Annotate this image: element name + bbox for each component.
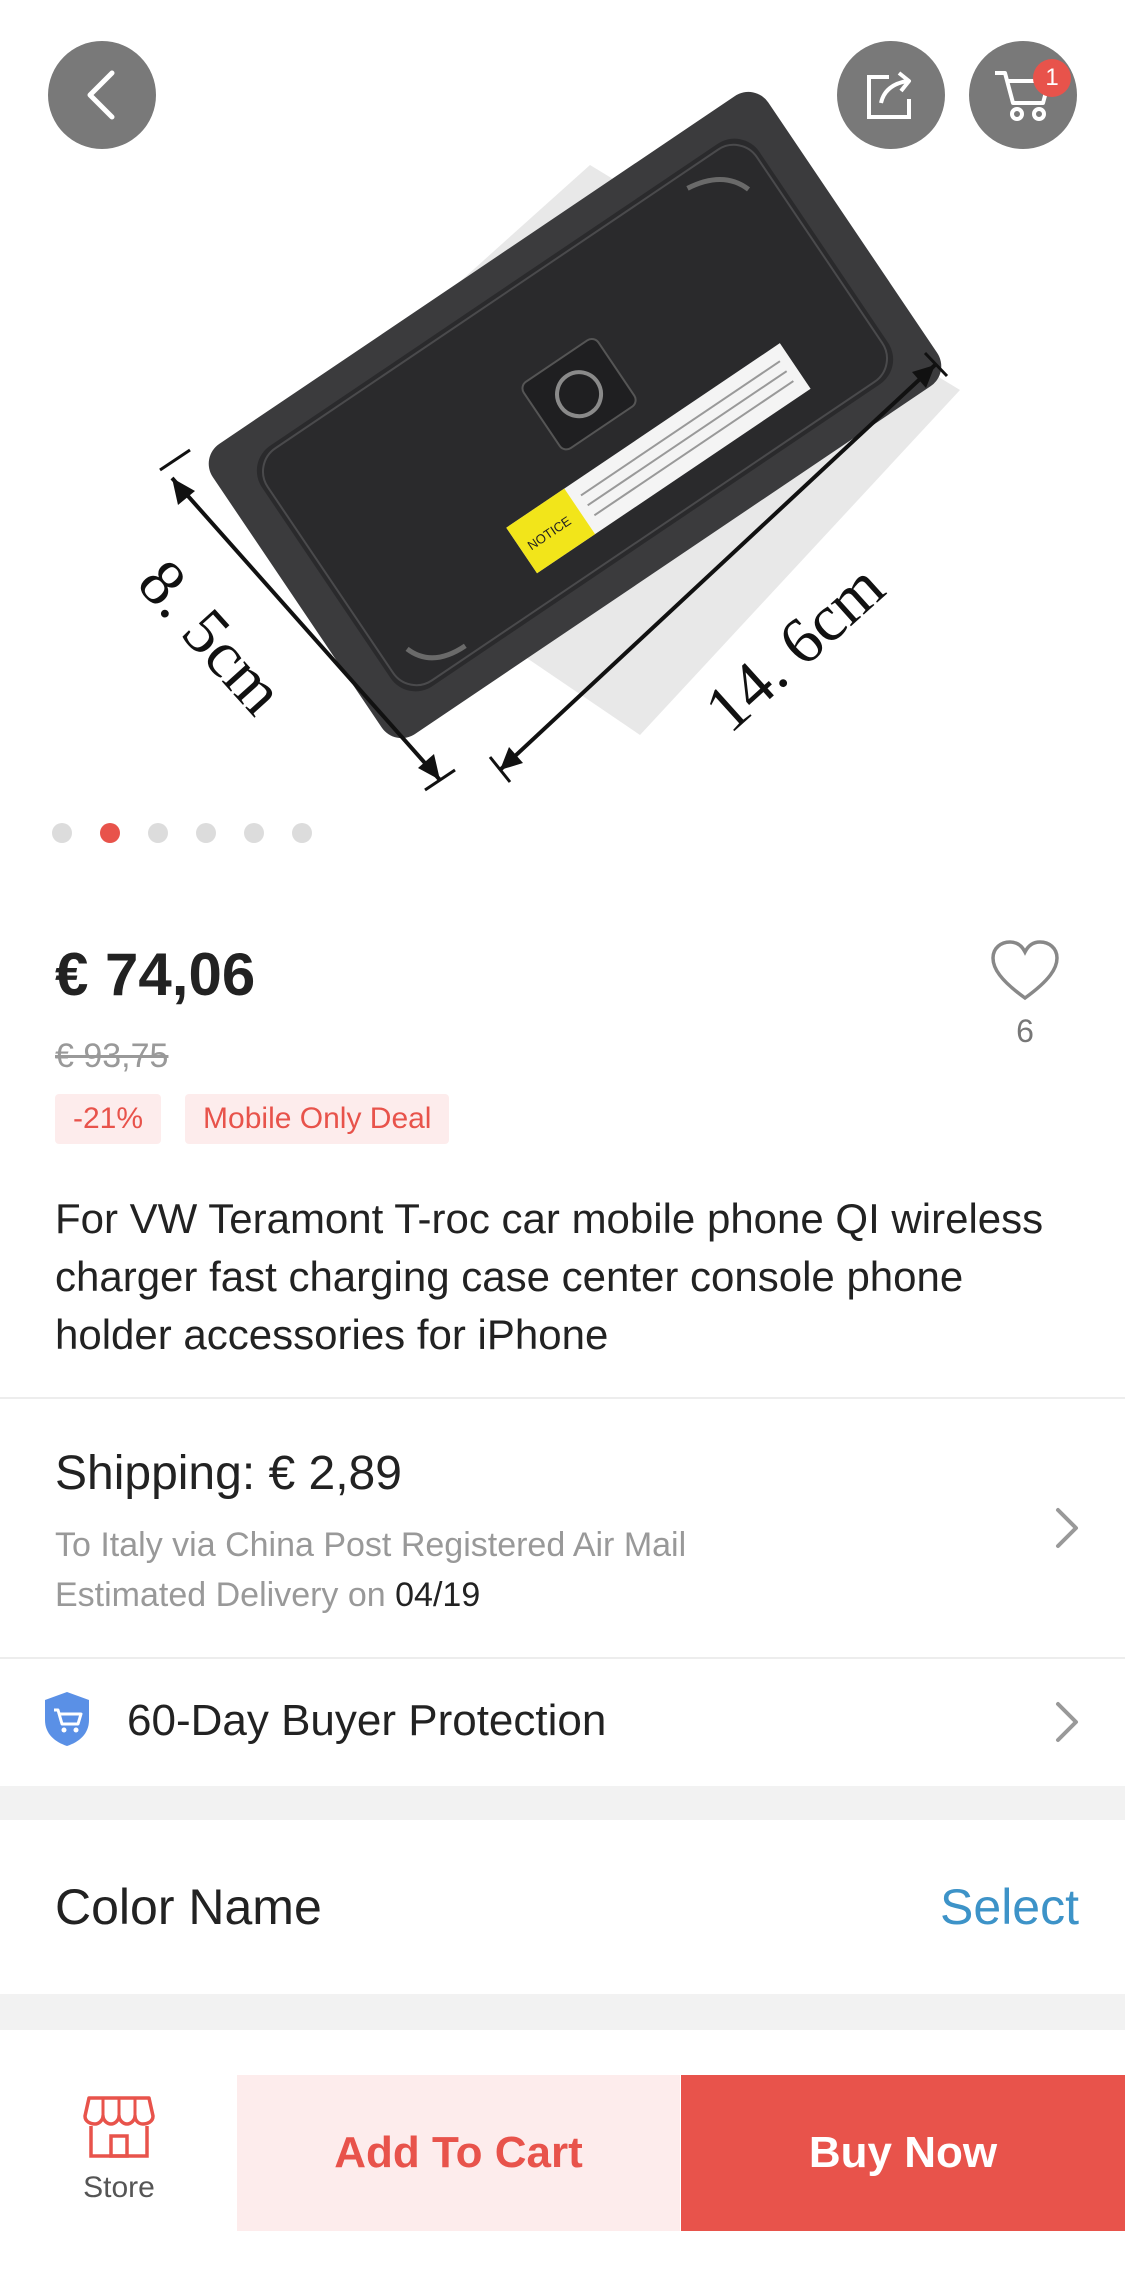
protection-label: 60-Day Buyer Protection xyxy=(127,1696,607,1745)
delivery-date: 04/19 xyxy=(395,1576,481,1614)
select-color-link[interactable]: Select xyxy=(940,1878,1079,1936)
carousel-indicator xyxy=(52,823,312,843)
shipping-route: To Italy via China Post Registered Air M… xyxy=(55,1526,687,1564)
wishlist-button[interactable]: 6 xyxy=(980,940,1070,1050)
shipping-row[interactable]: Shipping: € 2,89 To Italy via China Post… xyxy=(0,1400,1125,1656)
deal-badge: Mobile Only Deal xyxy=(185,1094,450,1144)
price-section: € 74,06 € 93,75 -21% Mobile Only Deal 6 xyxy=(55,940,1070,1144)
store-button[interactable]: Store xyxy=(40,2094,198,2205)
back-button[interactable] xyxy=(48,41,156,149)
store-icon xyxy=(83,2096,155,2158)
carousel-dot[interactable] xyxy=(196,823,216,843)
heart-icon xyxy=(991,940,1059,1001)
add-to-cart-button[interactable]: Add To Cart xyxy=(237,2075,680,2231)
delivery-estimate: Estimated Delivery on 04/19 xyxy=(55,1576,480,1615)
dimension-short: 8. 5cm xyxy=(124,546,298,728)
carousel-dot[interactable] xyxy=(148,823,168,843)
discount-badge: -21% xyxy=(55,1094,162,1144)
section-gap xyxy=(0,1786,1125,1820)
section-gap xyxy=(0,1994,1125,2030)
cart-count-badge: 1 xyxy=(1033,59,1071,97)
carousel-dot[interactable] xyxy=(244,823,264,843)
color-name-label: Color Name xyxy=(55,1879,322,1935)
share-button[interactable] xyxy=(837,41,945,149)
chevron-left-icon xyxy=(87,70,115,120)
share-icon xyxy=(867,71,911,119)
bottom-action-bar: Store Add To Cart Buy Now xyxy=(0,2030,1125,2270)
shield-cart-icon xyxy=(45,1692,89,1746)
divider xyxy=(0,1397,1125,1399)
wishlist-count: 6 xyxy=(1016,1013,1034,1049)
chevron-right-icon xyxy=(1056,1508,1078,1548)
current-price: € 74,06 xyxy=(55,941,256,1008)
original-price: € 93,75 xyxy=(55,1037,169,1075)
shipping-title: Shipping: € 2,89 xyxy=(55,1447,402,1500)
carousel-dot[interactable] xyxy=(292,823,312,843)
buyer-protection-row[interactable]: 60-Day Buyer Protection xyxy=(0,1660,1125,1784)
carousel-dot[interactable] xyxy=(52,823,72,843)
carousel-dot-active[interactable] xyxy=(100,823,120,843)
buy-now-button[interactable]: Buy Now xyxy=(681,2075,1125,2231)
delivery-prefix: Estimated Delivery on xyxy=(55,1576,386,1614)
product-title: For VW Teramont T-roc car mobile phone Q… xyxy=(55,1195,1044,1358)
divider xyxy=(0,1657,1125,1659)
chevron-right-icon xyxy=(1056,1702,1078,1742)
store-label: Store xyxy=(83,2171,155,2204)
color-option-row[interactable]: Color Name Select xyxy=(0,1820,1125,1994)
product-image: NOTICE 8. 5cm 14. 6cm xyxy=(124,91,960,792)
product-image-area[interactable]: NOTICE 8. 5cm 14. 6cm 1 xyxy=(0,0,1125,870)
cart-button[interactable]: 1 xyxy=(969,41,1077,149)
